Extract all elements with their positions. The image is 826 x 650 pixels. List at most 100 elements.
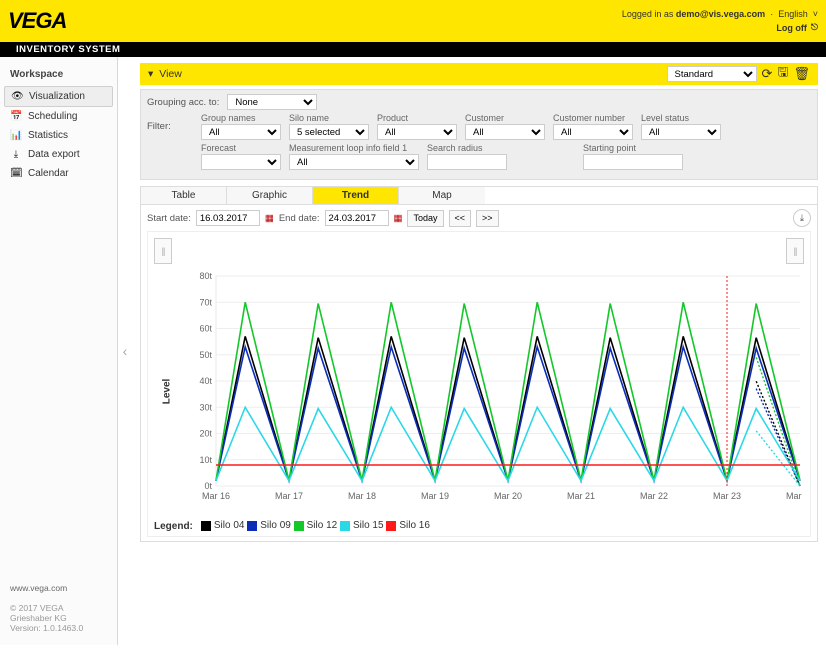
slider-left-handle[interactable]: ||: [154, 238, 172, 264]
radius-label: Search radius: [427, 143, 507, 153]
download-chart-icon[interactable]: ⤓: [793, 209, 811, 227]
tab-graphic[interactable]: Graphic: [227, 187, 313, 204]
inventory-subtitle: INVENTORY SYSTEM: [0, 42, 826, 57]
svg-text:60t: 60t: [199, 324, 212, 334]
today-button[interactable]: Today: [407, 210, 443, 227]
app-version: Version: 1.0.1463.0: [10, 623, 107, 633]
enddate-label: End date:: [279, 213, 320, 224]
startdate-label: Start date:: [147, 213, 191, 224]
svg-text:10t: 10t: [199, 455, 212, 465]
calendar-end-icon[interactable]: ▦: [394, 213, 403, 224]
filter-panel: Grouping acc. to: None Filter: Group nam…: [140, 89, 818, 180]
legend-item[interactable]: Silo 16: [386, 520, 430, 531]
trend-chart: || || Level 0t 10t 20t 30t 40t 50t 60t 70t 80t: [147, 231, 811, 537]
mloop-label: Measurement loop info field 1: [289, 143, 419, 153]
sidebar-item-statistics[interactable]: 📊 Statistics: [4, 126, 113, 145]
svg-text:Mar 19: Mar 19: [421, 491, 449, 501]
copyright: © 2017 VEGA Grieshaber KG: [10, 603, 107, 623]
eye-icon: 👁: [11, 91, 23, 102]
svg-text:Mar 23: Mar 23: [713, 491, 741, 501]
customer-label: Customer: [465, 113, 545, 123]
logoff-icon: ⎋: [811, 22, 818, 33]
levelstatus-select[interactable]: All: [641, 124, 721, 140]
calendar-icon: 📅: [10, 111, 22, 122]
legend-item[interactable]: Silo 12: [294, 520, 338, 531]
chart-legend: Legend: Silo 04 Silo 09 Silo 12 Silo 15 …: [154, 520, 804, 534]
legend-item[interactable]: Silo 09: [247, 520, 291, 531]
save-view-icon[interactable]: 🖫: [777, 63, 788, 85]
startpoint-input[interactable]: [583, 154, 683, 170]
svg-text:Mar 24: Mar 24: [786, 491, 804, 501]
topbar: VEGA Logged in as demo@vis.vega.com · En…: [0, 0, 826, 42]
triangle-down-icon[interactable]: ▾: [148, 68, 153, 80]
chevron-down-icon[interactable]: ˅: [810, 9, 818, 19]
view-select[interactable]: Standard: [667, 66, 757, 82]
svg-text:Mar 16: Mar 16: [202, 491, 230, 501]
logoff-label: Log off: [776, 23, 807, 33]
collapse-sidebar-button[interactable]: ‹: [118, 57, 132, 645]
svg-text:50t: 50t: [199, 350, 212, 360]
groupnames-label: Group names: [201, 113, 281, 123]
calendar2-icon: 🗓: [10, 168, 22, 179]
svg-text:Mar 17: Mar 17: [275, 491, 303, 501]
sidebar-item-label: Data export: [28, 149, 80, 160]
enddate-input[interactable]: [325, 210, 389, 226]
custno-select[interactable]: All: [553, 124, 633, 140]
product-select[interactable]: All: [377, 124, 457, 140]
calendar-start-icon[interactable]: ▦: [265, 213, 274, 224]
bars-icon: 📊: [10, 130, 22, 141]
legend-item[interactable]: Silo 15: [340, 520, 384, 531]
sidebar-item-calendar[interactable]: 🗓 Calendar: [4, 164, 113, 183]
svg-text:40t: 40t: [199, 376, 212, 386]
mloop-select[interactable]: All: [289, 154, 419, 170]
brand-logo: VEGA: [8, 10, 66, 32]
view-tabs: Table Graphic Trend Map: [140, 186, 818, 204]
sidebar-item-label: Statistics: [28, 130, 68, 141]
svg-text:80t: 80t: [199, 271, 212, 281]
delete-view-icon[interactable]: 🗑: [793, 66, 810, 82]
svg-text:Mar 18: Mar 18: [348, 491, 376, 501]
sidebar-item-label: Calendar: [28, 168, 69, 179]
vega-link[interactable]: www.vega.com: [10, 583, 67, 593]
forecast-select[interactable]: [201, 154, 281, 170]
siloname-select[interactable]: 5 selected: [289, 124, 369, 140]
download-icon: ⤓: [10, 149, 22, 160]
filter-label: Filter:: [147, 121, 193, 132]
tab-map[interactable]: Map: [399, 187, 485, 204]
logged-in-prefix: Logged in as: [622, 9, 676, 19]
forecast-label: Forecast: [201, 143, 281, 153]
svg-text:0t: 0t: [204, 481, 212, 491]
sidebar-item-label: Visualization: [29, 91, 85, 102]
radius-input[interactable]: [427, 154, 507, 170]
startpoint-label: Starting point: [583, 143, 683, 153]
tab-trend[interactable]: Trend: [313, 187, 399, 204]
svg-text:Mar 20: Mar 20: [494, 491, 522, 501]
svg-text:30t: 30t: [199, 402, 212, 412]
refresh-icon[interactable]: ⟳: [762, 66, 773, 82]
next-range-button[interactable]: >>: [476, 210, 499, 227]
legend-item[interactable]: Silo 04: [201, 520, 245, 531]
logoff-button[interactable]: Log off ⎋: [776, 22, 818, 33]
sidebar-item-dataexport[interactable]: ⤓ Data export: [4, 145, 113, 164]
grouping-label: Grouping acc. to:: [147, 97, 219, 108]
y-axis-label: Level: [161, 378, 172, 404]
levelstatus-label: Level status: [641, 113, 721, 123]
grouping-select[interactable]: None: [227, 94, 317, 110]
svg-text:70t: 70t: [199, 297, 212, 307]
sidebar: Workspace 👁 Visualization 📅 Scheduling 📊…: [0, 57, 118, 645]
chart-svg: 0t 10t 20t 30t 40t 50t 60t 70t 80t Mar 16 Mar 17 M…: [180, 266, 804, 516]
startdate-input[interactable]: [196, 210, 260, 226]
svg-text:20t: 20t: [199, 429, 212, 439]
groupnames-select[interactable]: All: [201, 124, 281, 140]
legend-title: Legend:: [154, 521, 193, 532]
prev-range-button[interactable]: <<: [449, 210, 472, 227]
product-label: Product: [377, 113, 457, 123]
tab-table[interactable]: Table: [141, 187, 227, 204]
custno-label: Customer number: [553, 113, 633, 123]
language-selector[interactable]: English: [778, 9, 808, 19]
sidebar-item-visualization[interactable]: 👁 Visualization: [4, 86, 113, 107]
sidebar-item-scheduling[interactable]: 📅 Scheduling: [4, 107, 113, 126]
slider-right-handle[interactable]: ||: [786, 238, 804, 264]
sidebar-item-label: Scheduling: [28, 111, 77, 122]
customer-select[interactable]: All: [465, 124, 545, 140]
